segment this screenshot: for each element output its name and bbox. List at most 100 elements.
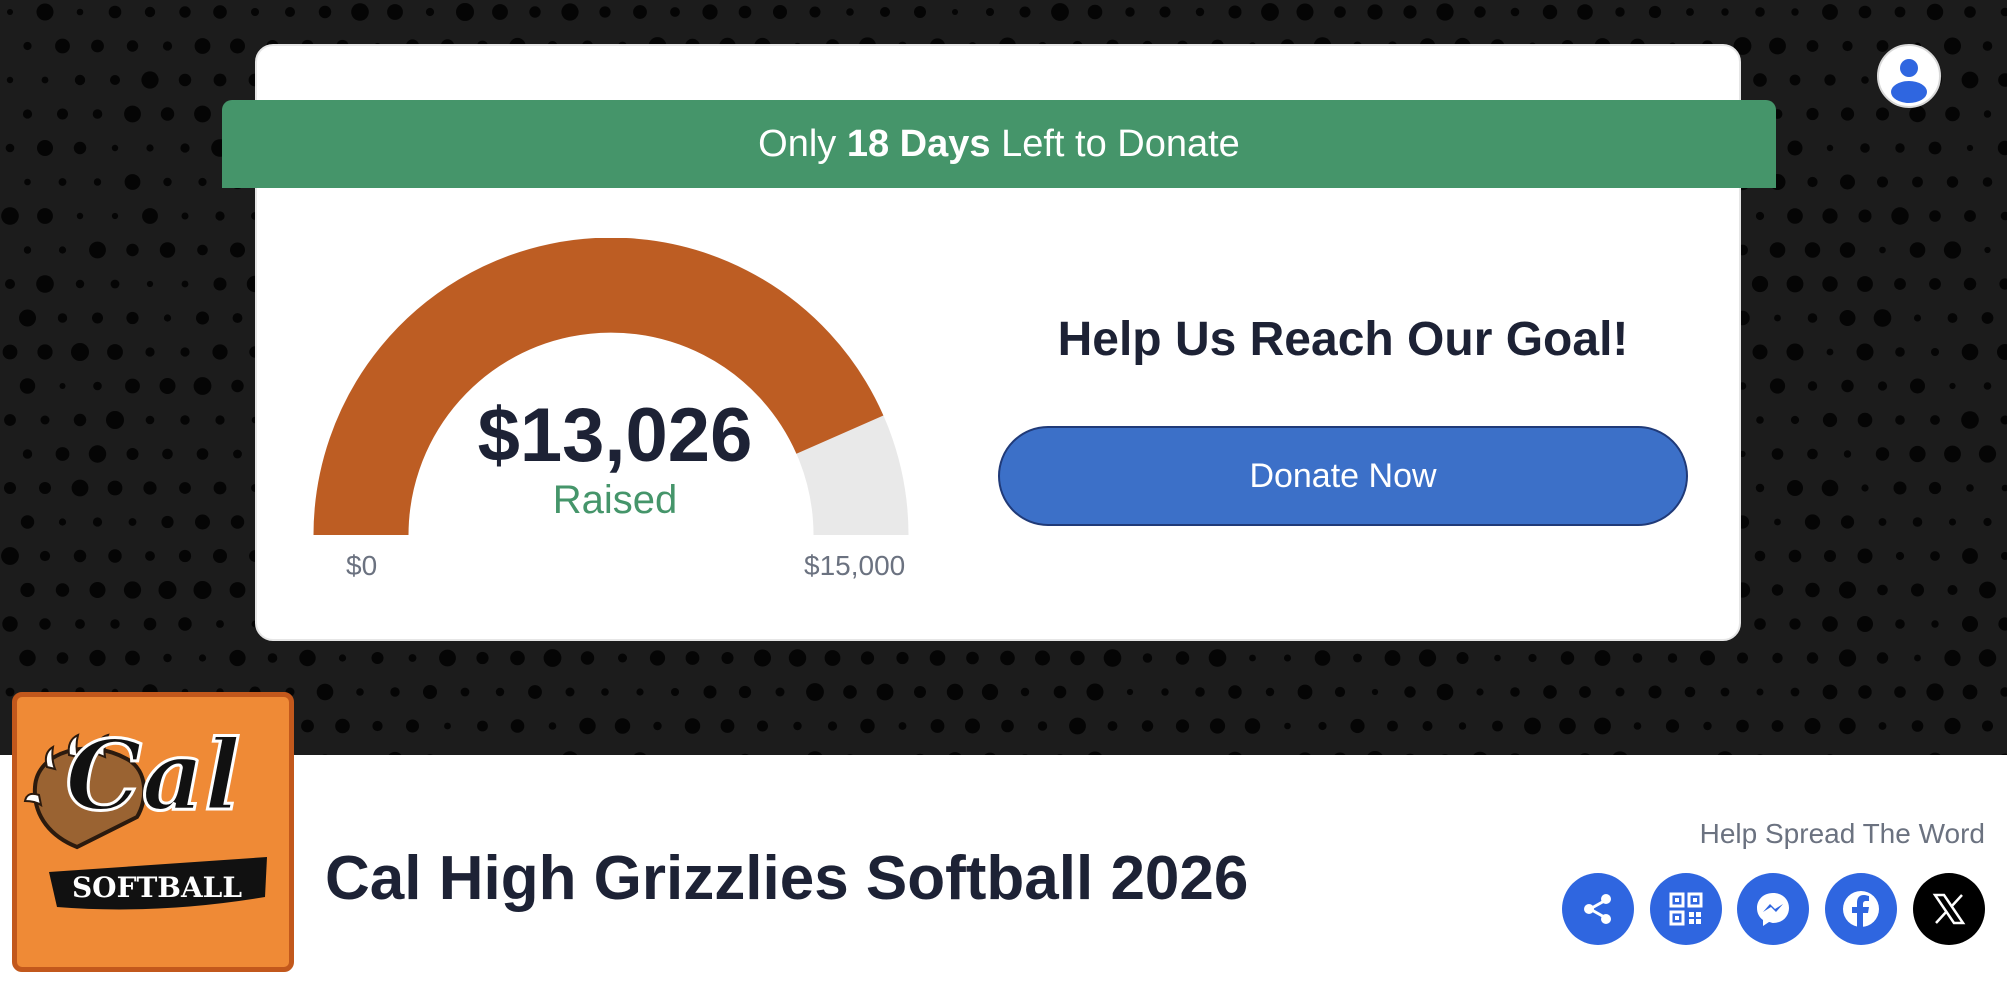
background-dot xyxy=(40,415,50,425)
background-dot xyxy=(1839,717,1856,735)
background-dot xyxy=(126,40,139,52)
background-dot xyxy=(1949,382,1956,390)
background-dot xyxy=(1422,721,1433,731)
facebook-button[interactable] xyxy=(1825,873,1897,945)
background-dot xyxy=(1126,688,1134,696)
background-dot xyxy=(57,108,68,120)
background-dot xyxy=(124,105,141,123)
background-dot xyxy=(1998,73,2007,87)
background-dot xyxy=(20,515,35,529)
background-dot xyxy=(145,347,155,357)
background-dot xyxy=(2001,484,2007,492)
background-dot xyxy=(1418,649,1437,667)
background-dot xyxy=(824,650,841,666)
background-dot xyxy=(1244,718,1261,734)
background-dot xyxy=(1999,278,2007,290)
x-icon xyxy=(1932,893,1966,925)
background-dot xyxy=(1928,141,1942,155)
background-dot xyxy=(720,719,735,733)
background-dot xyxy=(1893,481,1907,495)
background-dot xyxy=(1051,3,1069,21)
campaign-title: Cal High Grizzlies Softball 2026 xyxy=(325,844,1249,913)
background-dot xyxy=(738,5,752,19)
background-dot xyxy=(92,517,103,527)
background-dot xyxy=(1594,717,1611,735)
background-dot xyxy=(1755,7,1765,17)
background-dot xyxy=(1822,4,1838,20)
user-avatar-button[interactable] xyxy=(1877,44,1941,108)
background-dot xyxy=(356,688,364,696)
background-dot xyxy=(898,722,907,730)
background-dot xyxy=(1788,549,1802,563)
background-dot xyxy=(444,722,451,730)
background-dot xyxy=(318,5,332,19)
background-dot xyxy=(143,617,157,631)
background-dot xyxy=(111,212,119,220)
background-dot xyxy=(181,280,189,288)
background-dot xyxy=(1909,105,1926,123)
background-dot xyxy=(390,687,400,697)
background-dot xyxy=(198,654,207,662)
background-dot xyxy=(1265,687,1275,697)
background-dot xyxy=(1838,649,1857,667)
background-dot xyxy=(39,550,51,562)
background-dot xyxy=(1824,74,1836,86)
background-dot xyxy=(76,212,84,220)
background-dot xyxy=(1824,550,1836,562)
background-dot xyxy=(757,720,768,732)
background-dot xyxy=(1334,752,1346,755)
background-dot xyxy=(1579,686,1591,698)
messenger-icon xyxy=(1757,893,1789,926)
background-dot xyxy=(1826,348,1834,356)
background-dot xyxy=(36,3,54,21)
background-dot xyxy=(1983,110,1992,118)
background-dot xyxy=(1087,4,1103,20)
background-dot xyxy=(1807,176,1818,188)
background-dot xyxy=(5,143,15,153)
qr-code-button[interactable] xyxy=(1650,873,1722,945)
background-dot xyxy=(1839,581,1856,599)
background-dot xyxy=(23,41,32,51)
background-dot xyxy=(4,414,16,426)
background-dot xyxy=(1895,619,1905,629)
background-dot xyxy=(1982,41,1993,51)
background-dot xyxy=(212,344,228,360)
days-left: 18 Days xyxy=(846,122,991,165)
background-dot xyxy=(1771,584,1784,596)
background-dot xyxy=(1755,211,1765,221)
background-dot xyxy=(2,344,18,360)
background-dot xyxy=(1494,654,1501,662)
background-dot xyxy=(1789,618,1801,630)
background-dot xyxy=(1594,650,1611,666)
background-dot xyxy=(1086,683,1104,701)
background-dot xyxy=(111,144,119,152)
share-button[interactable] xyxy=(1562,873,1634,945)
background-dot xyxy=(1528,653,1537,663)
background-dot xyxy=(75,619,85,629)
background-dot xyxy=(371,652,384,664)
background-dot xyxy=(1560,651,1575,665)
background-dot xyxy=(37,140,53,156)
background-dot xyxy=(1895,415,1905,425)
background-dot xyxy=(194,38,211,54)
background-dot xyxy=(55,447,70,461)
background-dot xyxy=(1822,684,1838,700)
x-button[interactable] xyxy=(1913,873,1985,945)
background-dot xyxy=(1406,753,1414,755)
background-dot xyxy=(634,752,646,755)
background-dot xyxy=(110,279,120,289)
background-dot xyxy=(2000,7,2007,17)
background-dot xyxy=(1,207,19,225)
background-dot xyxy=(19,649,36,667)
background-dot xyxy=(145,551,155,561)
messenger-button[interactable] xyxy=(1737,873,1809,945)
background-dot xyxy=(1318,721,1327,731)
background-dot xyxy=(301,719,314,733)
background-dot xyxy=(1456,652,1469,664)
background-dot xyxy=(1037,721,1048,731)
background-dot xyxy=(1944,649,1961,667)
donate-now-button[interactable]: Donate Now xyxy=(998,426,1688,526)
background-dot xyxy=(1754,550,1766,562)
background-dot xyxy=(229,649,246,667)
background-dot xyxy=(1806,652,1819,664)
